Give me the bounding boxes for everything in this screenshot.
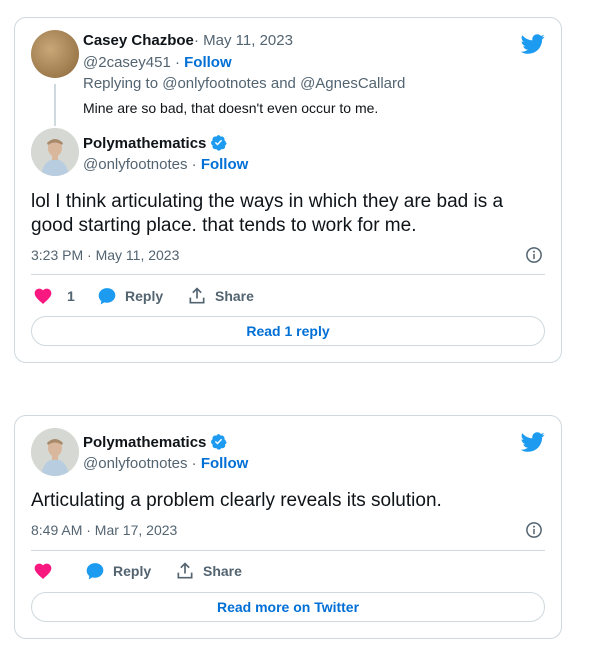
verified-badge-icon <box>211 135 228 151</box>
tweet-text: Articulating a problem clearly reveals i… <box>31 490 442 511</box>
share-label: Share <box>203 563 242 579</box>
parent-handle[interactable]: @2casey451 <box>83 54 171 71</box>
author-name-text[interactable]: Polymathematics <box>83 434 206 451</box>
heart-icon <box>34 288 52 304</box>
tweet-divider <box>31 274 545 275</box>
parent-follow-link[interactable]: Follow <box>184 54 232 71</box>
info-icon[interactable] <box>525 246 543 264</box>
read-more-button[interactable]: Read more on Twitter <box>31 592 545 622</box>
replying-user-1[interactable]: @onlyfootnotes <box>162 75 266 92</box>
author-name: Polymathematics <box>83 433 228 451</box>
reply-button[interactable]: Reply <box>85 561 151 581</box>
author-follow-link[interactable]: Follow <box>201 156 249 173</box>
replying-prefix: Replying to <box>83 75 159 92</box>
tweet-divider <box>31 550 545 551</box>
author-name: Polymathematics <box>83 134 228 152</box>
share-button[interactable]: Share <box>187 286 254 306</box>
tweet-timestamp[interactable]: 3:23 PM · May 11, 2023 <box>31 247 179 263</box>
replying-to-line: Replying to @onlyfootnotes and @AgnesCal… <box>83 75 405 92</box>
parent-handle-row: @2casey451 · Follow <box>83 54 232 71</box>
tweet-text: lol I think articulating the ways in whi… <box>31 191 504 236</box>
share-icon <box>177 562 193 579</box>
person-photo-icon <box>31 128 79 176</box>
author-handle-row: @onlyfootnotes · Follow <box>83 455 249 472</box>
like-count: 1 <box>67 288 75 304</box>
share-button[interactable]: Share <box>175 561 242 581</box>
author-handle[interactable]: @onlyfootnotes <box>83 455 187 472</box>
heart-icon <box>34 563 52 579</box>
replying-user-2[interactable]: @AgnesCallard <box>300 75 405 92</box>
reply-label: Reply <box>113 563 152 579</box>
read-replies-button[interactable]: Read 1 reply <box>31 316 545 346</box>
reply-button[interactable]: Reply <box>97 286 163 306</box>
author-handle-row: @onlyfootnotes · Follow <box>83 156 249 173</box>
thread-connector <box>54 84 56 126</box>
replying-and: and <box>270 75 296 92</box>
reply-bubble-icon <box>86 563 104 580</box>
verified-badge-icon <box>211 434 228 450</box>
info-icon[interactable] <box>525 521 543 539</box>
parent-author-name[interactable]: Casey Chazboe <box>83 32 194 49</box>
reply-label: Reply <box>125 288 164 304</box>
share-icon <box>189 287 205 304</box>
twitter-bird-icon[interactable] <box>521 32 545 56</box>
avatar-polymathematics[interactable] <box>31 128 79 176</box>
tweet-card-1: Casey Chazboe · May 11, 2023 @2casey451 … <box>14 17 562 363</box>
author-name-text[interactable]: Polymathematics <box>83 135 206 152</box>
author-follow-link[interactable]: Follow <box>201 455 249 472</box>
parent-tweet-text: Mine are so bad, that doesn't even occur… <box>83 100 379 116</box>
avatar-casey[interactable] <box>31 30 79 78</box>
avatar-polymathematics[interactable] <box>31 428 79 476</box>
tweet-timestamp[interactable]: 8:49 AM · Mar 17, 2023 <box>31 522 177 538</box>
parent-date-text[interactable]: May 11, 2023 <box>203 32 293 49</box>
reply-bubble-icon <box>98 288 116 305</box>
twitter-bird-icon[interactable] <box>521 430 545 454</box>
share-label: Share <box>215 288 254 304</box>
person-photo-icon <box>31 428 79 476</box>
parent-date[interactable]: · May 11, 2023 <box>194 32 293 49</box>
tweet-card-2: Polymathematics @onlyfootnotes · Follow … <box>14 415 562 639</box>
author-handle[interactable]: @onlyfootnotes <box>83 156 187 173</box>
like-button[interactable] <box>33 561 53 581</box>
like-button[interactable]: 1 <box>33 286 75 306</box>
